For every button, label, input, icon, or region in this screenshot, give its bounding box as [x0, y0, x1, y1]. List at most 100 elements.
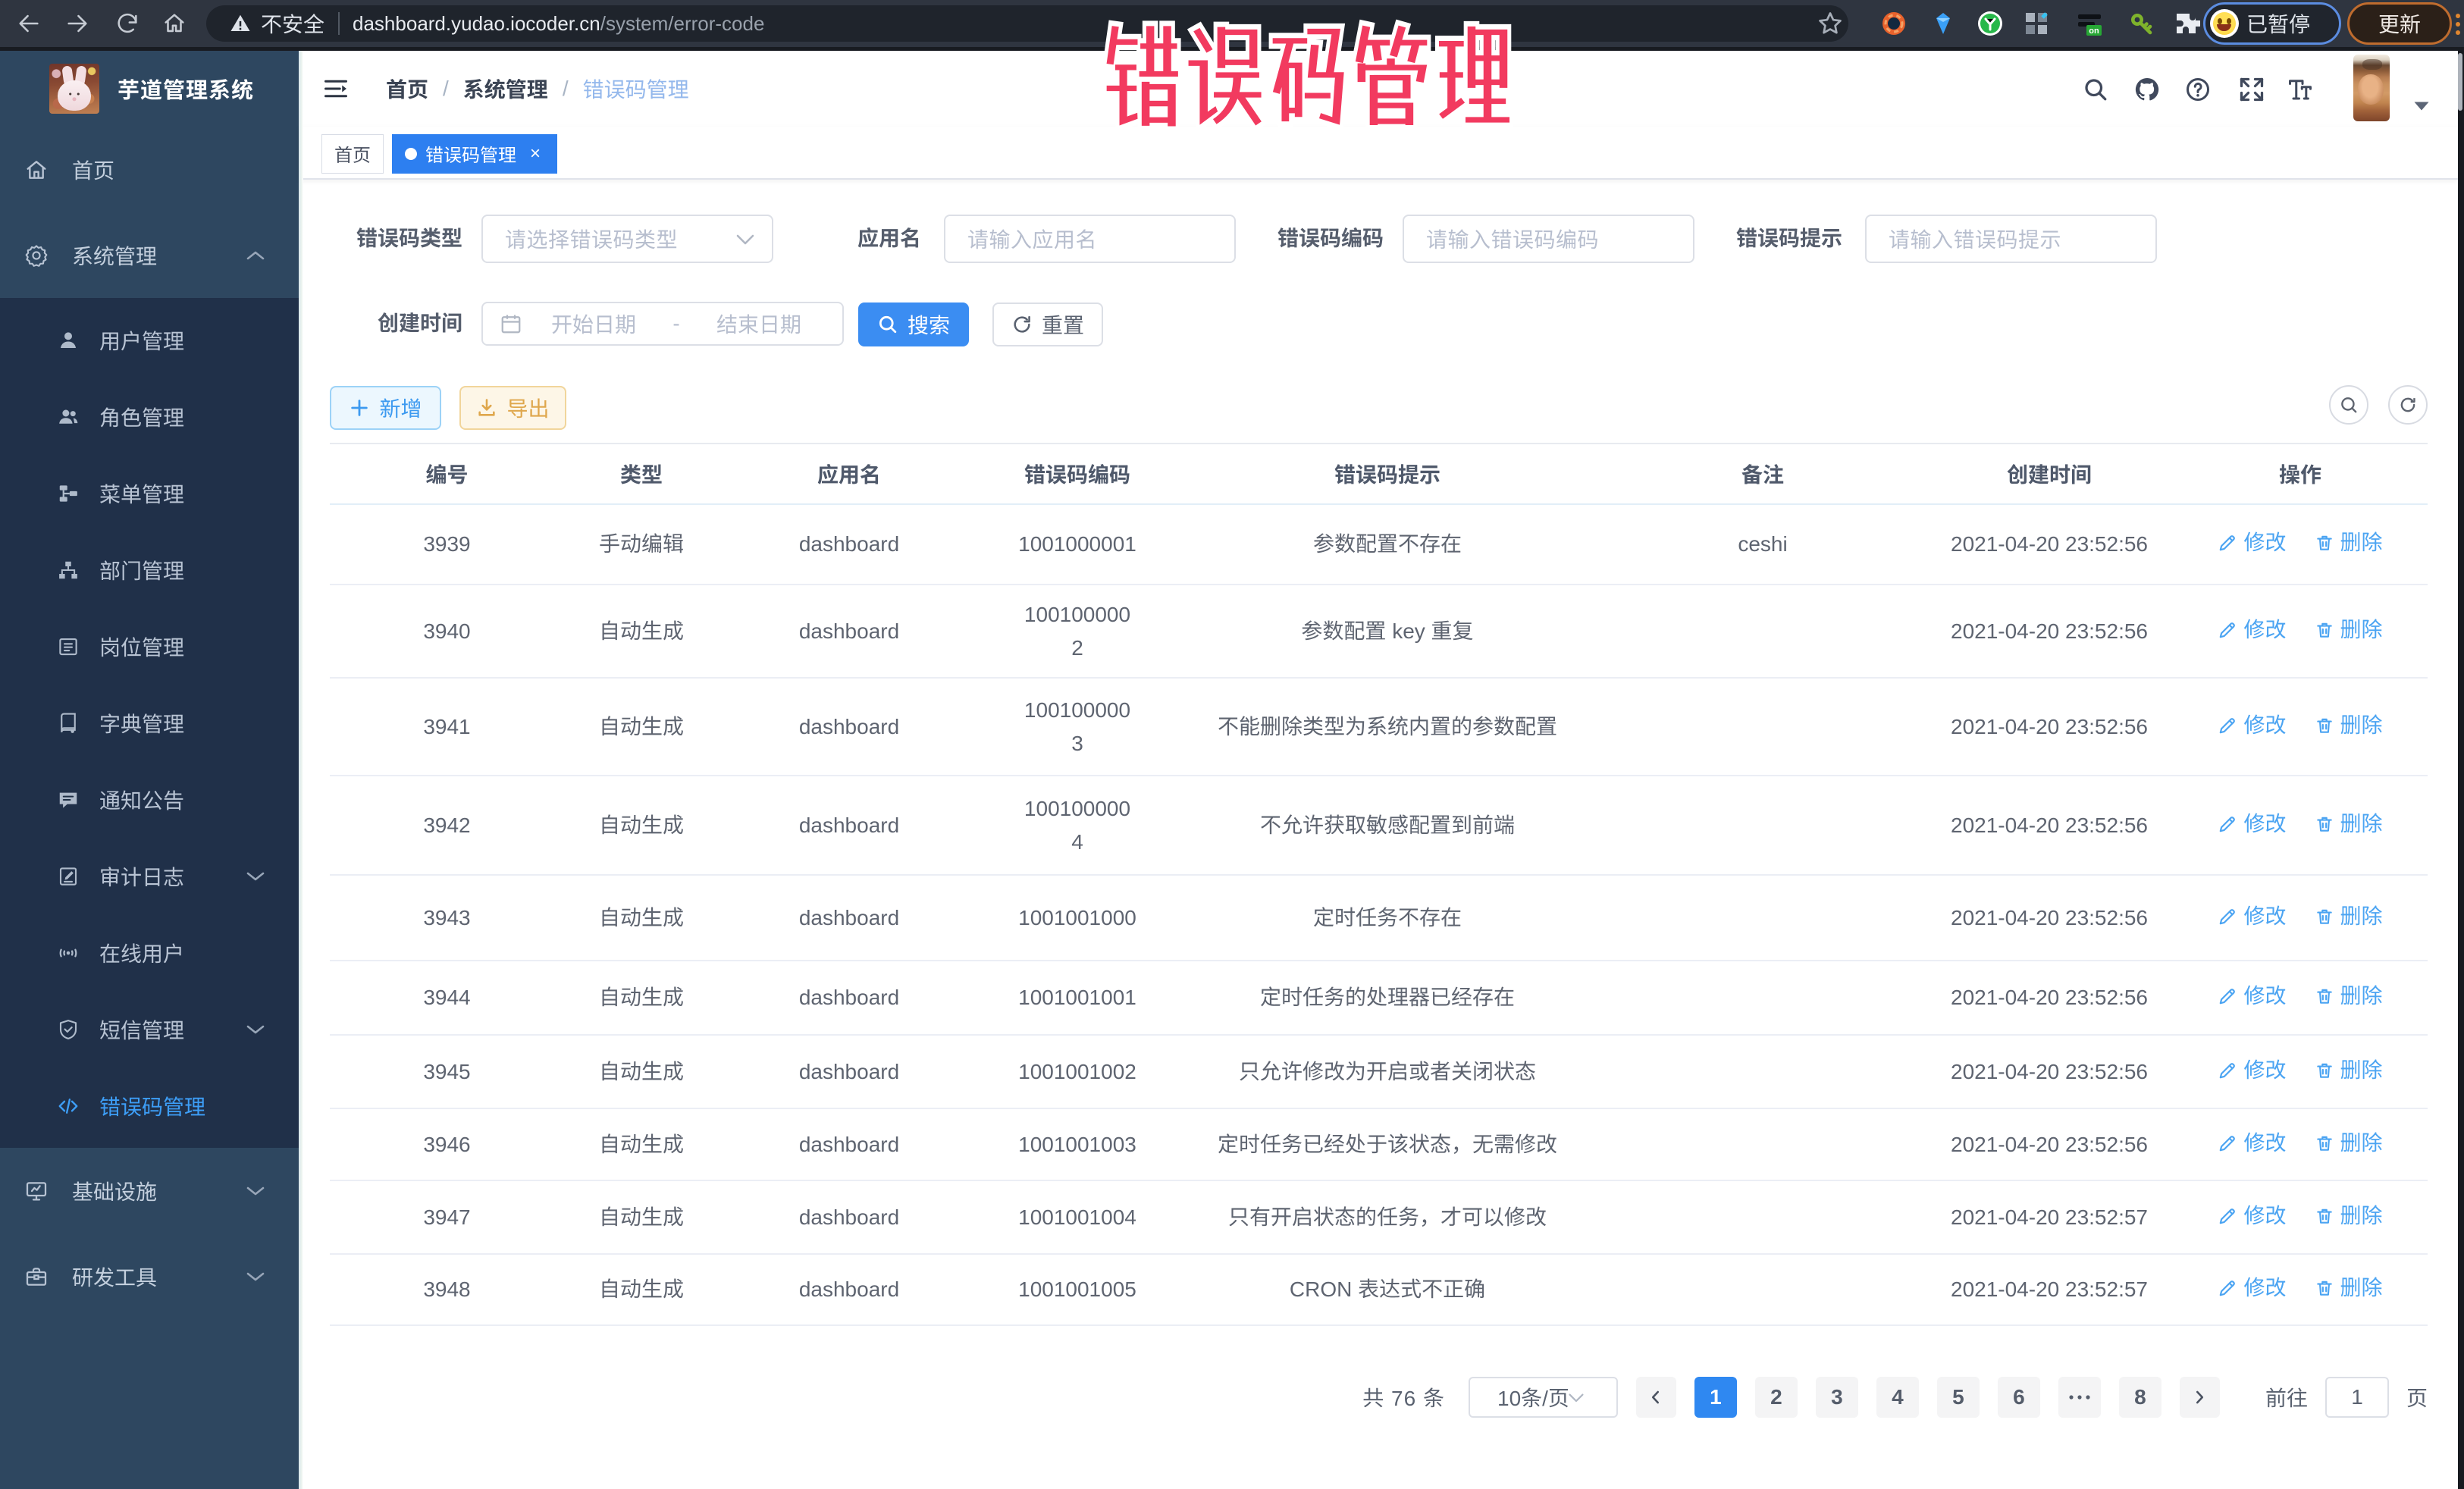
edit-link[interactable]: 修改 [2218, 1054, 2286, 1087]
fullscreen-icon[interactable] [2238, 76, 2265, 103]
export-button[interactable]: 导出 [459, 386, 566, 430]
ext-squares-icon[interactable] [2023, 10, 2050, 37]
scrollbar-thumb[interactable] [2458, 53, 2462, 111]
security-label[interactable]: 不安全 [261, 8, 324, 39]
url-path[interactable]: /system/error-code [600, 12, 765, 36]
edit-link[interactable]: 修改 [2218, 709, 2286, 742]
page-button-8[interactable]: 8 [2119, 1377, 2161, 1418]
page-size-select[interactable]: 10条/页 [1469, 1377, 1618, 1418]
reset-button[interactable]: 重置 [992, 303, 1103, 346]
ext-key-icon[interactable] [2127, 10, 2155, 37]
help-icon[interactable] [2184, 76, 2212, 103]
chrome-update-button[interactable]: 更新 [2347, 2, 2452, 45]
tag-home[interactable]: 首页 [321, 134, 384, 174]
sidebar-item-system[interactable]: 系统管理 [0, 212, 299, 298]
scrollbar-track[interactable] [2458, 51, 2464, 1489]
cell-actions: 修改删除 [2173, 1035, 2428, 1108]
sidebar-logo[interactable]: 芋道管理系统 [0, 51, 299, 127]
next-page-button[interactable] [2180, 1377, 2220, 1418]
sidebar-subitem-10[interactable]: 错误码管理 [0, 1067, 299, 1144]
page-button-6[interactable]: 6 [1998, 1377, 2040, 1418]
filter-app-input[interactable]: 请输入应用名 [944, 215, 1236, 263]
delete-link[interactable]: 删除 [2315, 709, 2383, 742]
font-size-icon[interactable] [2287, 76, 2314, 103]
table-row: 3948 自动生成 dashboard 1001001005 CRON 表达式不… [330, 1254, 2428, 1325]
page-button-3[interactable]: 3 [1816, 1377, 1858, 1418]
cell-id: 3943 [330, 875, 564, 961]
address-bar[interactable]: 不安全 dashboard.yudao.iocoder.cn /system/e… [206, 5, 1848, 42]
caret-down-icon[interactable] [2413, 101, 2430, 111]
browser-reload-icon[interactable] [114, 11, 140, 36]
sidebar-subitem-3[interactable]: 部门管理 [0, 531, 299, 608]
date-start[interactable]: 开始日期 [522, 309, 665, 339]
delete-link[interactable]: 删除 [2315, 1271, 2383, 1305]
edit-link[interactable]: 修改 [2218, 980, 2286, 1013]
delete-link[interactable]: 删除 [2315, 1199, 2383, 1233]
filter-type-select[interactable]: 请选择错误码类型 [481, 215, 773, 263]
edit-link[interactable]: 修改 [2218, 1127, 2286, 1160]
edit-link[interactable]: 修改 [2218, 526, 2286, 560]
chrome-menu-icon[interactable] [2455, 12, 2461, 36]
sidebar-subitem-9[interactable]: 短信管理 [0, 991, 299, 1067]
filter-date-range[interactable]: 开始日期 - 结束日期 [481, 302, 844, 346]
refresh-table-button[interactable] [2388, 385, 2428, 425]
edit-link[interactable]: 修改 [2218, 900, 2286, 933]
sidebar-item-bottom-0[interactable]: 基础设施 [0, 1148, 299, 1234]
delete-link[interactable]: 删除 [2315, 1054, 2383, 1087]
infra-icon [24, 1179, 49, 1203]
url-host[interactable]: dashboard.yudao.iocoder.cn [353, 12, 600, 36]
search-button[interactable]: 搜索 [858, 303, 969, 346]
delete-link[interactable]: 删除 [2315, 980, 2383, 1013]
browser-back-icon[interactable] [16, 11, 42, 36]
ext-gem-icon[interactable] [1930, 10, 1957, 37]
page-button-2[interactable]: 2 [1755, 1377, 1798, 1418]
browser-home-icon[interactable] [161, 11, 187, 36]
browser-forward-icon[interactable] [64, 11, 90, 36]
goto-input[interactable]: 1 [2325, 1377, 2389, 1418]
edit-link[interactable]: 修改 [2218, 1271, 2286, 1305]
sidebar-subitem-6[interactable]: 通知公告 [0, 761, 299, 838]
github-icon[interactable] [2133, 76, 2161, 103]
hamburger-icon[interactable] [322, 75, 350, 102]
delete-link[interactable]: 删除 [2315, 1127, 2383, 1160]
sidebar-subitem-8[interactable]: 在线用户 [0, 914, 299, 991]
ext-puzzle-icon[interactable] [2173, 10, 2200, 37]
edit-link[interactable]: 修改 [2218, 807, 2286, 841]
filter-code-input[interactable]: 请输入错误码编码 [1403, 215, 1694, 263]
edit-link[interactable]: 修改 [2218, 613, 2286, 647]
prev-page-button[interactable] [1636, 1377, 1676, 1418]
page-button-1[interactable]: 1 [1694, 1377, 1737, 1418]
sms-icon [57, 1018, 80, 1041]
show-search-button[interactable] [2329, 385, 2368, 425]
avatar[interactable] [2353, 55, 2390, 121]
ext-list-on-icon[interactable]: on [2076, 10, 2103, 37]
sidebar-subitem-1[interactable]: 角色管理 [0, 378, 299, 455]
search-icon[interactable] [2082, 76, 2109, 103]
sidebar-item-bottom-1[interactable]: 研发工具 [0, 1234, 299, 1319]
sidebar-subitem-4[interactable]: 岗位管理 [0, 608, 299, 685]
delete-link[interactable]: 删除 [2315, 807, 2383, 841]
page-ellipsis[interactable] [2058, 1377, 2101, 1418]
page-button-4[interactable]: 4 [1876, 1377, 1919, 1418]
add-button[interactable]: 新增 [330, 386, 441, 430]
tag-close-icon[interactable]: × [526, 143, 544, 165]
sidebar-subitem-0[interactable]: 用户管理 [0, 302, 299, 378]
delete-link[interactable]: 删除 [2315, 900, 2383, 933]
tag-error-code[interactable]: 错误码管理× [392, 134, 557, 174]
edit-link[interactable]: 修改 [2218, 1199, 2286, 1233]
breadcrumb-system[interactable]: 系统管理 [463, 74, 548, 104]
ext-orange-icon[interactable] [1880, 10, 1908, 37]
extension-paused-button[interactable]: 已暂停 [2203, 2, 2341, 45]
filter-msg-input[interactable]: 请输入错误码提示 [1865, 215, 2157, 263]
sidebar-subitem-7[interactable]: 审计日志 [0, 838, 299, 914]
delete-link[interactable]: 删除 [2315, 613, 2383, 647]
sidebar-subitem-2[interactable]: 菜单管理 [0, 455, 299, 531]
sidebar-item-home[interactable]: 首页 [0, 127, 299, 212]
sidebar-subitem-5[interactable]: 字典管理 [0, 685, 299, 761]
ext-green-circle-icon[interactable] [1977, 10, 2004, 37]
bookmark-star-icon[interactable] [1817, 10, 1844, 37]
date-end[interactable]: 结束日期 [688, 309, 830, 339]
breadcrumb-home[interactable]: 首页 [386, 74, 428, 104]
page-button-5[interactable]: 5 [1937, 1377, 1980, 1418]
delete-link[interactable]: 删除 [2315, 526, 2383, 560]
